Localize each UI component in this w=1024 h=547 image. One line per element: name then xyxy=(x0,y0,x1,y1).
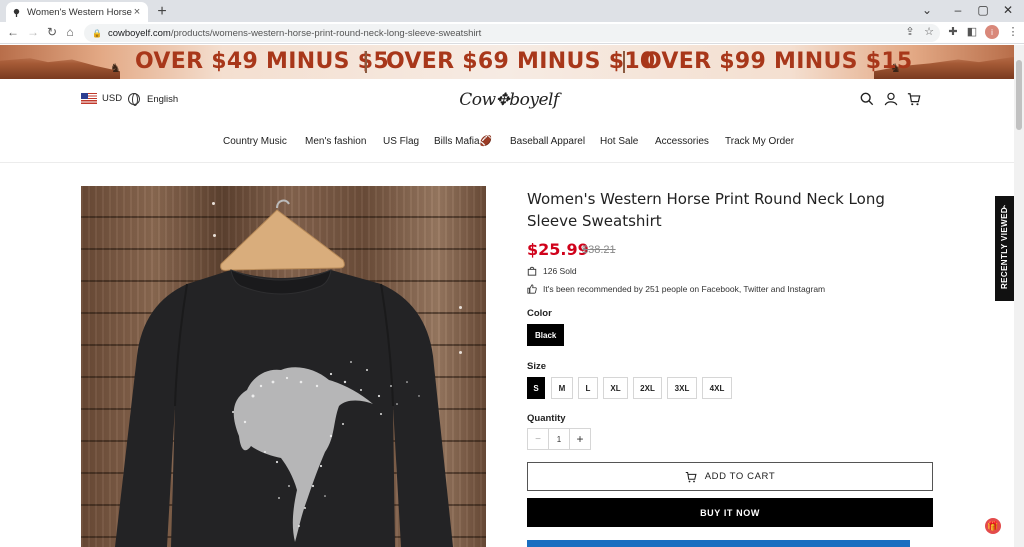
browser-tab[interactable]: Women's Western Horse Print R × xyxy=(6,2,148,22)
language-label: English xyxy=(147,93,179,105)
url-path: /products/womens-western-horse-print-rou… xyxy=(170,27,482,39)
buy-it-now-button[interactable]: BUY IT NOW xyxy=(527,498,933,527)
nav-item-hot-sale[interactable]: Hot Sale xyxy=(600,136,638,147)
site-favicon-icon xyxy=(12,8,21,17)
quantity-increase-button[interactable]: + xyxy=(570,429,590,449)
promo-divider xyxy=(365,51,367,73)
promo-banner[interactable]: ♞ ♞ OVER $49 MINUS $5 OVER $69 MINUS $10… xyxy=(0,45,1014,79)
main-navigation: Country Music Men's fashion US Flag Bill… xyxy=(0,136,1014,150)
profile-avatar[interactable]: i xyxy=(985,25,999,39)
gift-icon[interactable]: 🎁 xyxy=(985,518,1001,534)
recommendation-text: It's been recommended by 251 people on F… xyxy=(543,284,826,294)
url-host: cowboyelf.com xyxy=(107,27,171,39)
globe-icon xyxy=(128,93,140,106)
back-icon[interactable]: ← xyxy=(6,25,20,39)
currency-label: USD xyxy=(102,93,123,104)
add-to-cart-label: ADD TO CART xyxy=(704,471,776,482)
product-title: Women's Western Horse Print Round Neck L… xyxy=(527,190,885,230)
restore-icon[interactable]: ▢ xyxy=(975,3,991,17)
page-scrollbar-thumb[interactable] xyxy=(1016,60,1022,130)
sweatshirt-illustration xyxy=(115,199,453,547)
quantity-label: Quantity xyxy=(527,413,566,424)
lock-icon: 🔒 xyxy=(92,28,102,38)
cowboy-rider-icon: ♞ xyxy=(110,61,121,75)
nav-item-accessories[interactable]: Accessories xyxy=(655,136,709,147)
reload-icon[interactable]: ↻ xyxy=(45,25,59,39)
thumbs-up-icon xyxy=(527,284,537,294)
sold-count-text: 126 Sold xyxy=(543,266,577,276)
product-price: $25.99 xyxy=(527,240,589,259)
product-image[interactable] xyxy=(81,186,486,547)
currency-selector[interactable]: USD xyxy=(81,93,122,104)
size-option-3xl[interactable]: 3XL xyxy=(667,377,697,399)
size-option-l[interactable]: L xyxy=(578,377,598,399)
mesa-left-decoration xyxy=(0,58,120,79)
share-icon[interactable]: ⇪ xyxy=(903,25,917,38)
promo-divider xyxy=(623,51,625,73)
tab-search-icon[interactable]: ⌄ xyxy=(919,3,935,17)
side-panel-icon[interactable]: ◧ xyxy=(965,25,979,38)
nav-item-country-music[interactable]: Country Music xyxy=(223,136,287,147)
tab-title: Women's Western Horse Print R xyxy=(27,6,132,18)
menu-kebab-icon[interactable]: ⋮ xyxy=(1006,25,1020,38)
url-input[interactable]: 🔒 cowboyelf.com/products/womens-western-… xyxy=(84,24,940,42)
promo-text: OVER $49 MINUS $5 xyxy=(135,49,389,74)
nav-item-bills-mafia[interactable]: Bills Mafia🏈 xyxy=(434,136,492,147)
recently-viewed-label: RECENTLY VIEWED xyxy=(1000,207,1009,290)
quantity-decrease-button[interactable]: − xyxy=(528,429,548,449)
size-option-2xl[interactable]: 2XL xyxy=(633,377,662,399)
bookmark-star-icon[interactable]: ☆ xyxy=(922,25,936,38)
minimize-icon[interactable]: – xyxy=(950,3,966,17)
extensions-icon[interactable]: ✚ xyxy=(946,25,960,38)
color-label: Color xyxy=(527,308,552,319)
promo-text: OVER $99 MINUS $15 xyxy=(643,49,913,74)
close-window-icon[interactable]: ✕ xyxy=(1000,3,1016,17)
search-icon[interactable] xyxy=(860,92,874,106)
nav-item-baseball-apparel[interactable]: Baseball Apparel xyxy=(510,136,585,147)
size-label: Size xyxy=(527,361,547,372)
sold-count: 126 Sold xyxy=(527,266,577,276)
promo-text: OVER $69 MINUS $10 xyxy=(386,49,656,74)
header-divider xyxy=(0,162,1014,163)
quantity-input[interactable]: 1 xyxy=(548,429,570,449)
size-option-4xl[interactable]: 4XL xyxy=(702,377,732,399)
shop-bag-icon xyxy=(527,266,537,276)
cart-icon xyxy=(685,471,697,482)
size-option-s[interactable]: S xyxy=(527,377,545,399)
recently-viewed-tab[interactable]: ‹ RECENTLY VIEWED xyxy=(995,196,1014,301)
add-to-cart-button[interactable]: ADD TO CART xyxy=(527,462,933,491)
nav-item-us-flag[interactable]: US Flag xyxy=(383,136,419,147)
tab-close-icon[interactable]: × xyxy=(132,6,142,18)
nav-item-track-my-order[interactable]: Track My Order xyxy=(725,136,794,147)
product-compare-price: $38.21 xyxy=(582,244,616,256)
color-option-black[interactable]: Black xyxy=(527,324,565,346)
new-tab-button[interactable]: + xyxy=(154,3,170,21)
home-icon[interactable]: ⌂ xyxy=(63,25,77,39)
browser-tab-bar: Women's Western Horse Print R × + ⌄ – ▢ … xyxy=(0,0,1024,22)
size-option-m[interactable]: M xyxy=(551,377,573,399)
quantity-stepper: − 1 + xyxy=(527,428,591,450)
nav-item-mens-fashion[interactable]: Men's fashion xyxy=(305,136,366,147)
address-bar-row: ← → ↻ ⌂ 🔒 cowboyelf.com/products/womens-… xyxy=(0,22,1024,44)
store-logo[interactable]: Cow✥boyelf xyxy=(459,86,559,114)
forward-icon[interactable]: → xyxy=(26,25,40,39)
us-flag-icon xyxy=(81,93,97,104)
recommendation-line: It's been recommended by 251 people on F… xyxy=(527,284,825,294)
cart-icon[interactable] xyxy=(907,92,921,106)
express-payment-button[interactable] xyxy=(527,540,910,547)
account-icon[interactable] xyxy=(884,92,898,106)
language-selector[interactable]: English xyxy=(128,93,179,106)
size-option-xl[interactable]: XL xyxy=(603,377,628,399)
